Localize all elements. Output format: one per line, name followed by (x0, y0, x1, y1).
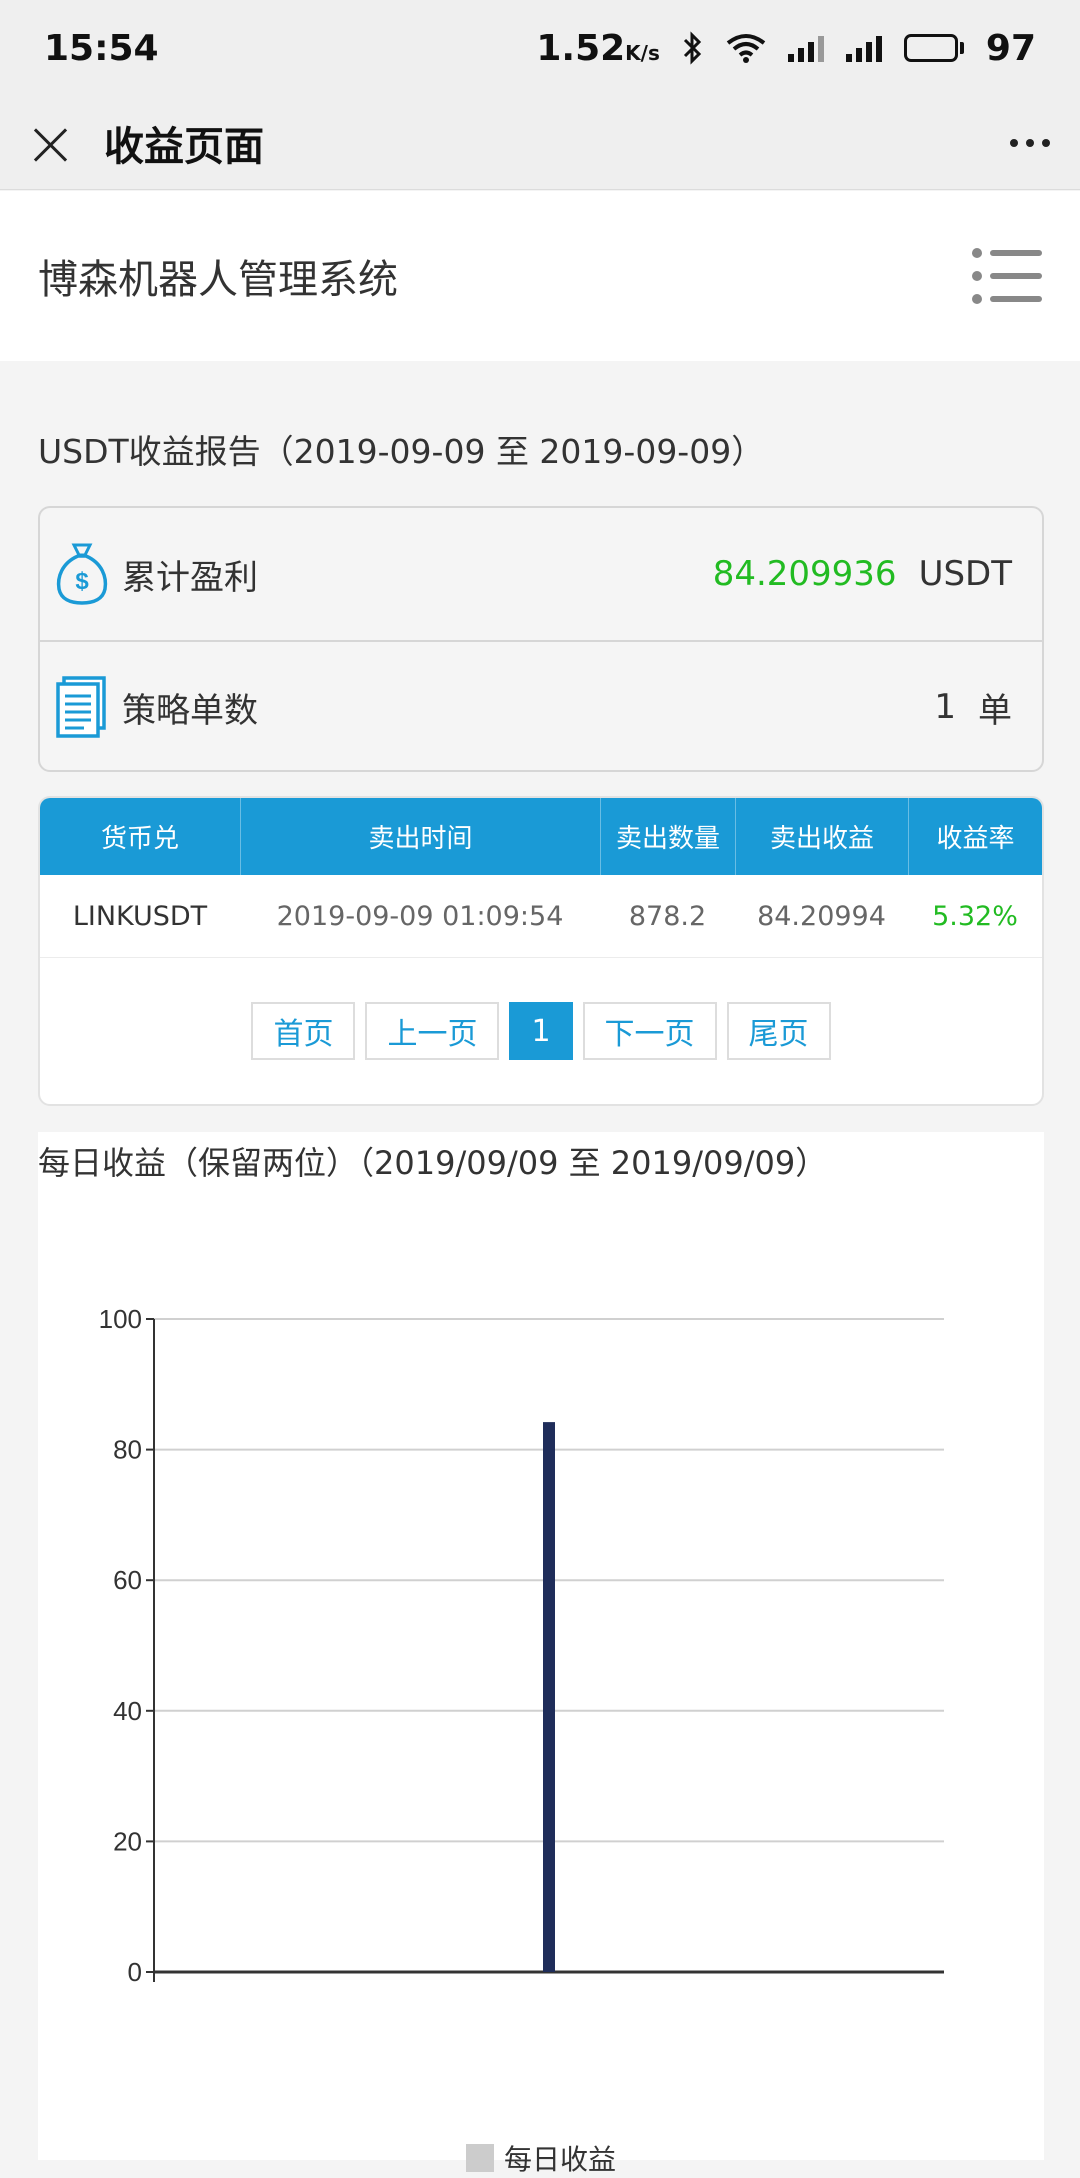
y-tick-label: 40 (113, 1696, 142, 1726)
status-bar: 15:54 1.52K/s 97 (0, 0, 1080, 96)
more-options-icon[interactable] (1010, 138, 1050, 147)
signal-icon-sim2 (845, 34, 882, 62)
net-speed-unit: K/s (625, 40, 660, 65)
battery-level: 97 (985, 27, 1036, 69)
col-header-rate: 收益率 (908, 798, 1042, 875)
money-bag-icon: $ (56, 543, 108, 605)
page-title: 收益页面 (104, 123, 264, 170)
bar-daily-profit (543, 1422, 555, 1972)
status-icons: 1.52K/s 97 (536, 28, 1036, 69)
table-row: LINKUSDT 2019-09-09 01:09:54 878.2 84.20… (40, 875, 1042, 958)
y-tick-label: 0 (128, 1957, 142, 1987)
orders-unit: 单 (978, 690, 1012, 731)
menu-icon[interactable] (972, 248, 1042, 304)
cell-sell-qty: 878.2 (628, 900, 707, 932)
chart-title: 每日收益（保留两位）（2019/09/09 至 2019/09/09） (38, 1144, 828, 1182)
next-page-button[interactable]: 下一页 (582, 1002, 717, 1060)
cell-sell-profit: 84.20994 (757, 900, 886, 932)
y-tick-label: 60 (113, 1565, 142, 1595)
report-title: USDT收益报告（2019-09-09 至 2019-09-09） (38, 432, 765, 471)
first-page-button[interactable]: 首页 (251, 1002, 356, 1060)
nav-bar: 收益页面 (0, 96, 1080, 190)
bluetooth-icon (682, 31, 704, 65)
prev-page-button[interactable]: 上一页 (365, 1002, 500, 1060)
summary-card: $ 累计盈利 84.209936 USDT 策略单数 1 单 (38, 506, 1044, 772)
svg-text:$: $ (75, 568, 89, 595)
cell-sell-time: 2019-09-09 01:09:54 (276, 900, 564, 932)
profit-unit: USDT (918, 554, 1012, 594)
col-header-sell-time: 卖出时间 (240, 798, 600, 875)
legend-swatch (466, 2144, 494, 2172)
table-header: 货币兑 卖出时间 卖出数量 卖出收益 收益率 (40, 798, 1042, 875)
daily-profit-chart-card: 0 20 40 60 80 100 每日收益（保留两位）（2019/09/09 至 201… (38, 1132, 1044, 2176)
orders-row: 策略单数 1 单 (40, 640, 1042, 772)
app-name: 博森机器人管理系统 (38, 257, 398, 303)
profit-row: $ 累计盈利 84.209936 USDT (40, 508, 1042, 640)
net-speed: 1.52K/s (536, 28, 660, 69)
col-header-sell-qty: 卖出数量 (600, 798, 735, 875)
profit-label: 累计盈利 (122, 557, 258, 598)
wifi-icon (726, 33, 766, 63)
current-page-button[interactable]: 1 (509, 1002, 573, 1060)
battery-icon (903, 34, 964, 62)
chart-legend[interactable]: 每日收益 (466, 2138, 616, 2178)
legend-label: 每日收益 (504, 2143, 617, 2176)
trades-table-card: 货币兑 卖出时间 卖出数量 卖出收益 收益率 LINKUSDT 2019-09-… (38, 796, 1044, 1106)
y-tick-label: 100 (99, 1304, 142, 1334)
col-header-pair: 货币兑 (100, 824, 179, 854)
document-icon (56, 676, 106, 738)
app-header: 博森机器人管理系统 (0, 191, 1080, 361)
daily-profit-chart: 0 20 40 60 80 100 (99, 1304, 944, 1987)
close-icon[interactable] (30, 123, 70, 163)
signal-icon-sim1 (787, 34, 824, 62)
profit-value: 84.209936 (712, 554, 897, 594)
pagination: 首页 上一页 1 下一页 尾页 (40, 958, 1042, 1060)
y-tick-label: 20 (113, 1826, 142, 1856)
net-speed-value: 1.52 (536, 27, 626, 69)
orders-label: 策略单数 (122, 690, 258, 731)
last-page-button[interactable]: 尾页 (726, 1002, 831, 1060)
col-header-sell-profit: 卖出收益 (735, 798, 908, 875)
orders-value: 1 (934, 687, 956, 727)
status-time: 15:54 (44, 27, 159, 69)
cell-pair: LINKUSDT (72, 900, 208, 932)
cell-rate: 5.32% (932, 900, 1018, 932)
y-tick-label: 80 (113, 1435, 142, 1465)
